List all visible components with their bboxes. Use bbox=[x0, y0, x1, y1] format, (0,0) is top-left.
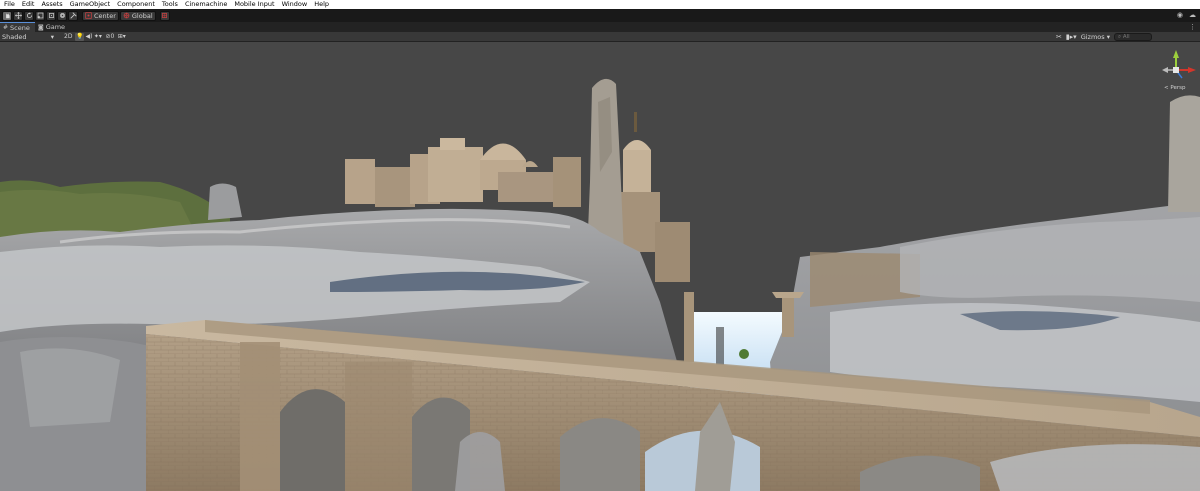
tree bbox=[739, 349, 749, 359]
search-icon: ⌕ bbox=[1118, 34, 1122, 40]
hidden-objects-toggle[interactable]: ⊘ 0 bbox=[102, 33, 117, 41]
game-controller-icon: ◙ bbox=[37, 23, 44, 31]
rotate-icon bbox=[26, 12, 32, 19]
chevron-down-icon: ▾ bbox=[50, 32, 54, 41]
audio-toggle-icon[interactable]: ◀) bbox=[84, 33, 93, 41]
gizmo-center-cube bbox=[1173, 67, 1179, 73]
tab-game[interactable]: ◙ Game bbox=[35, 22, 70, 32]
scene-viewport[interactable]: < Persp bbox=[0, 42, 1200, 491]
search-placeholder: All bbox=[1122, 34, 1130, 40]
scene-render[interactable] bbox=[0, 42, 1200, 491]
menu-assets[interactable]: Assets bbox=[37, 0, 65, 9]
menu-component[interactable]: Component bbox=[113, 0, 158, 9]
scene-toolbar-right: ✂ ▮▸▾ Gizmos ▾ ⌕ All bbox=[1056, 33, 1152, 41]
menu-mobile-input[interactable]: Mobile Input bbox=[230, 0, 277, 9]
tab-scene-label: Scene bbox=[10, 23, 30, 32]
tools-icon[interactable]: ✂ bbox=[1056, 33, 1062, 41]
gorge-column bbox=[684, 292, 694, 362]
scale-tool-button[interactable] bbox=[35, 10, 45, 21]
custom-tool-button[interactable] bbox=[68, 10, 78, 21]
chevron-down-icon: ▾ bbox=[1106, 33, 1110, 41]
gizmo-x-cone bbox=[1188, 67, 1196, 73]
account-icon[interactable]: ◉ bbox=[1177, 11, 1183, 19]
move-tool-button[interactable] bbox=[13, 10, 23, 21]
hierarchy-search-input[interactable]: ⌕ All bbox=[1114, 33, 1152, 41]
hand-tool-button[interactable] bbox=[2, 10, 12, 21]
shading-mode-dropdown[interactable]: Shaded ▾ bbox=[1, 33, 57, 41]
globe-icon bbox=[123, 12, 130, 19]
menu-help[interactable]: Help bbox=[310, 0, 332, 9]
menu-bar: File Edit Assets GameObject Component To… bbox=[0, 0, 1200, 9]
editor-tab-bar: # Scene ◙ Game ⋮ bbox=[0, 22, 1200, 32]
effects-toggle-icon[interactable]: ✦▾ bbox=[93, 33, 102, 41]
gorge-column bbox=[782, 292, 794, 337]
cloud-icon[interactable]: ☁ bbox=[1189, 11, 1196, 19]
scale-icon bbox=[37, 12, 43, 19]
hand-icon bbox=[5, 13, 10, 19]
pivot-label: Center bbox=[94, 11, 116, 20]
menu-gameobject[interactable]: GameObject bbox=[66, 0, 114, 9]
rotate-tool-button[interactable] bbox=[24, 10, 34, 21]
tab-options-icon[interactable]: ⋮ bbox=[1189, 22, 1196, 32]
rect-tool-button[interactable] bbox=[46, 10, 56, 21]
gizmos-dropdown[interactable]: Gizmos ▾ bbox=[1081, 33, 1110, 41]
toolbar-right: ◉ ☁ bbox=[1177, 11, 1196, 19]
tab-game-label: Game bbox=[45, 23, 66, 31]
tab-scene[interactable]: # Scene bbox=[0, 22, 35, 32]
projection-label[interactable]: < Persp bbox=[1164, 85, 1185, 91]
wrench-icon bbox=[69, 12, 77, 19]
toggle-2d-label: 2D bbox=[64, 33, 73, 40]
shading-mode-value: Shaded bbox=[2, 32, 27, 41]
space-toggle-button[interactable]: Global bbox=[119, 10, 156, 21]
pivot-toggle-button[interactable]: Center bbox=[82, 10, 119, 21]
lighting-toggle-icon[interactable]: 💡 bbox=[75, 32, 85, 41]
camera-icon[interactable]: ▮▸▾ bbox=[1066, 33, 1077, 41]
pivot-center-icon bbox=[85, 12, 92, 19]
hidden-count: 0 bbox=[110, 33, 115, 40]
menu-cinemachine[interactable]: Cinemachine bbox=[181, 0, 230, 9]
space-label: Global bbox=[131, 11, 153, 20]
gizmos-label: Gizmos bbox=[1080, 33, 1105, 41]
transform-icon bbox=[59, 13, 65, 18]
scene-toolbar: Shaded ▾ 2D 💡 ◀) ✦▾ ⊘ 0 ⊞▾ ✂ ▮▸▾ Gizmos … bbox=[0, 32, 1200, 42]
menu-window[interactable]: Window bbox=[278, 0, 311, 9]
grid-snap-button[interactable] bbox=[159, 10, 170, 21]
transform-tool-button[interactable] bbox=[57, 10, 67, 21]
rect-tool-icon bbox=[48, 13, 54, 18]
menu-file[interactable]: File bbox=[0, 0, 18, 9]
scene-hash-icon: # bbox=[3, 24, 9, 31]
bridge-arch bbox=[560, 418, 640, 491]
bridge-arch bbox=[280, 389, 345, 491]
grid-toggle-icon[interactable]: ⊞▾ bbox=[117, 33, 126, 41]
grid-snap-icon bbox=[162, 13, 168, 18]
menu-tools[interactable]: Tools bbox=[158, 0, 181, 9]
menu-edit[interactable]: Edit bbox=[18, 0, 38, 9]
toggle-2d-button[interactable]: 2D bbox=[61, 33, 75, 41]
gizmo-y-cone bbox=[1173, 50, 1179, 58]
move-icon bbox=[14, 12, 22, 19]
main-toolbar: Center Global ◉ ☁ bbox=[0, 9, 1200, 22]
